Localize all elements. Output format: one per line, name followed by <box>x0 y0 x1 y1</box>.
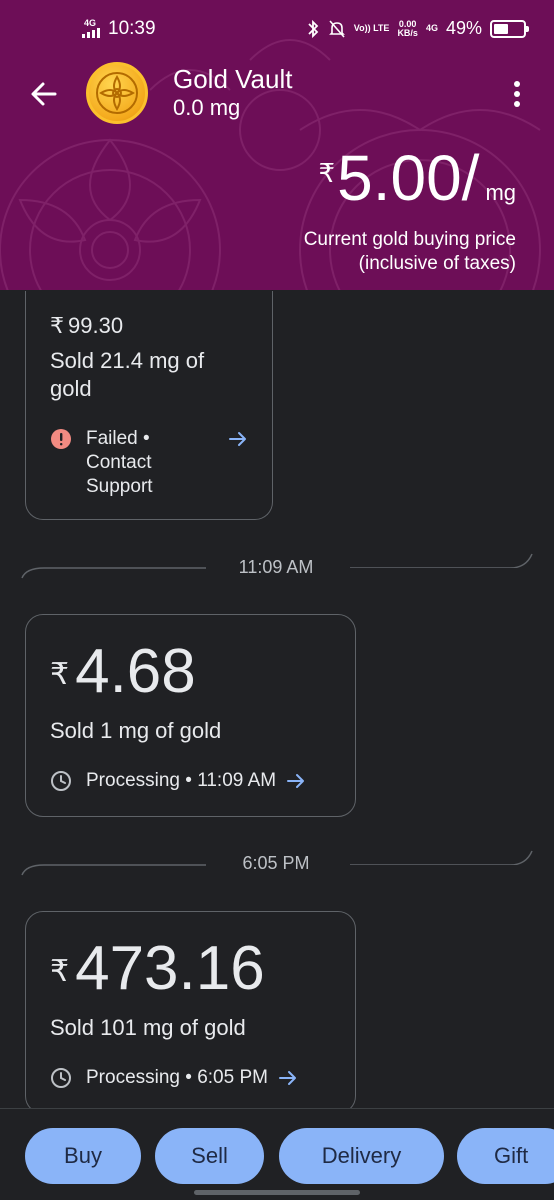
gold-price: ₹ 5.00/ mg <box>319 146 516 210</box>
page-title: Gold Vault <box>173 64 293 94</box>
separator-line <box>21 864 206 876</box>
dot <box>514 81 520 87</box>
price-unit: mg <box>485 180 516 205</box>
arrow-forward-icon <box>278 1071 296 1085</box>
delivery-button[interactable]: Delivery <box>279 1128 444 1184</box>
arrow-back-icon <box>31 82 57 106</box>
data-speed: 0.00 KB/s <box>397 18 418 38</box>
separator-line <box>350 850 533 865</box>
dot <box>514 101 520 107</box>
home-indicator[interactable] <box>194 1190 360 1195</box>
transaction-amount: ₹ 473.16 <box>50 934 265 1003</box>
mute-bell-icon <box>328 19 345 38</box>
separator-line <box>21 567 206 579</box>
action-bar: Buy Sell Delivery Gift <box>0 1108 554 1200</box>
battery-icon <box>490 19 529 38</box>
buy-button[interactable]: Buy <box>25 1128 141 1184</box>
transaction-status: Failed • Contact Support <box>50 427 153 499</box>
network-type: 4G <box>425 23 438 33</box>
time-separator: 11:09 AM <box>238 557 314 577</box>
time-separator: 6:05 PM <box>242 853 310 873</box>
status-bar: 4G 10:39 Vo)) LTE 0.00 KB/s 4G 49% <box>0 14 554 48</box>
signal-icon: 4G <box>82 19 102 39</box>
transaction-status: Processing • 11:09 AM <box>50 769 306 793</box>
clock: 10:39 <box>108 18 156 39</box>
sell-button[interactable]: Sell <box>155 1128 264 1184</box>
transaction-status: Processing • 6:05 PM <box>50 1066 298 1090</box>
back-button[interactable] <box>24 74 64 114</box>
gift-button[interactable]: Gift <box>457 1128 554 1184</box>
transaction-description: Sold 21.4 mg of gold <box>50 348 205 401</box>
currency-symbol: ₹ <box>318 158 336 188</box>
vault-balance: 0.0 mg <box>173 95 241 120</box>
gold-coin-icon <box>86 62 148 124</box>
bluetooth-icon <box>308 19 319 38</box>
transaction-amount: ₹ 99.30 <box>50 313 124 338</box>
clock-icon <box>51 1068 71 1088</box>
transaction-card[interactable]: ₹ 99.30 Sold 21.4 mg of gold Failed • Co… <box>25 291 273 520</box>
dot <box>514 91 520 97</box>
clock-icon <box>51 771 71 791</box>
battery-percent: 49% <box>445 18 482 38</box>
transaction-description: Sold 101 mg of gold <box>50 1015 246 1040</box>
transaction-amount: ₹ 4.68 <box>50 637 196 706</box>
volte-indicator: Vo)) LTE <box>353 23 390 33</box>
separator-line <box>350 553 533 568</box>
error-icon <box>51 429 71 449</box>
price-caption: Current gold buying price (inclusive of … <box>303 229 516 274</box>
transaction-card[interactable]: ₹ 473.16 Sold 101 mg of gold Processing … <box>25 911 356 1114</box>
transaction-description: Sold 1 mg of gold <box>50 718 222 743</box>
price-value: 5.00/ <box>337 142 480 214</box>
overflow-menu-button[interactable] <box>502 74 532 114</box>
transaction-card[interactable]: ₹ 4.68 Sold 1 mg of gold Processing • 11… <box>25 614 356 817</box>
arrow-forward-icon <box>287 774 305 788</box>
header: 4G 10:39 Vo)) LTE 0.00 KB/s 4G 49% Gold … <box>0 0 554 290</box>
arrow-forward-icon <box>229 432 246 446</box>
